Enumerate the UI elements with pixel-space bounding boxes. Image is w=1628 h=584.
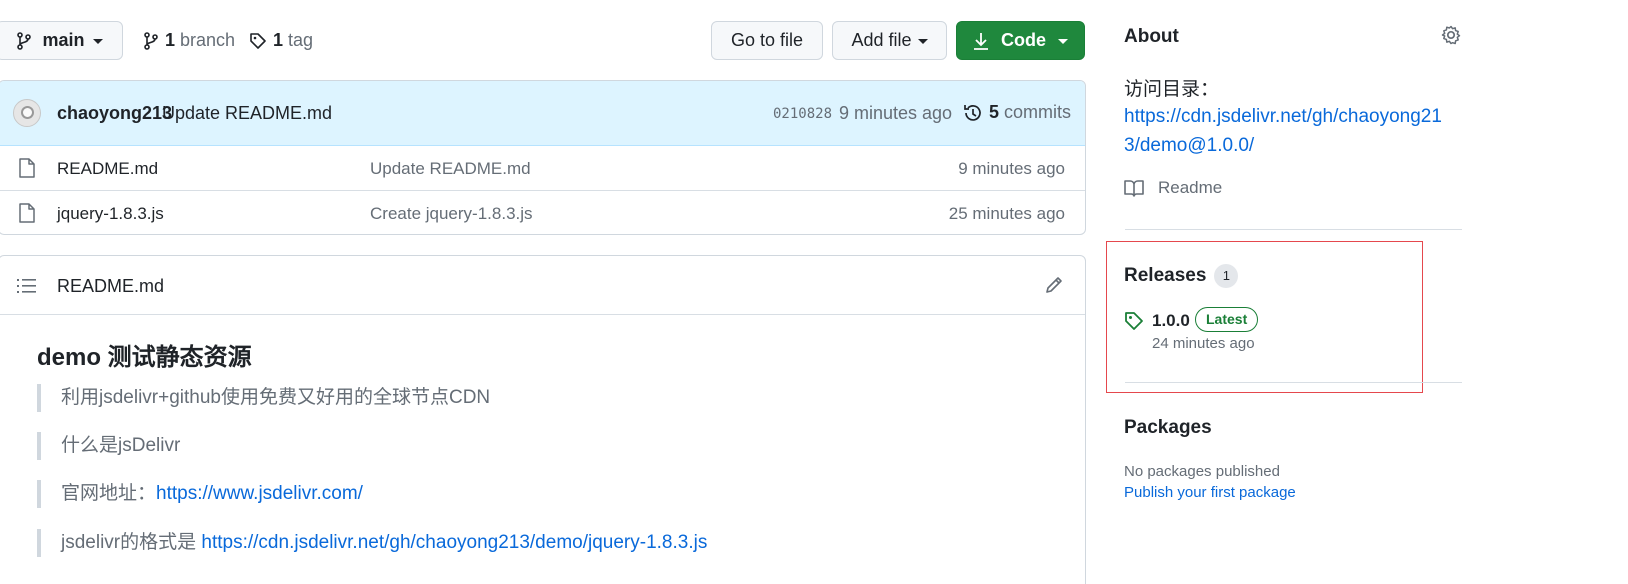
- blockquote: 利用jsdelivr+github使用免费又好用的全球节点CDN: [37, 384, 490, 412]
- sidebar-divider: [1125, 382, 1462, 383]
- about-link-line1: https://cdn.jsdelivr.net/gh/chaoyong21: [1124, 106, 1442, 127]
- branches-count: 1: [165, 30, 176, 50]
- branches-label: branch: [180, 30, 236, 50]
- about-homepage-link[interactable]: https://cdn.jsdelivr.net/gh/chaoyong21 3…: [1124, 102, 1442, 160]
- file-age: 25 minutes ago: [948, 204, 1065, 223]
- commit-message[interactable]: Update README.md: [162, 103, 332, 124]
- file-commit-message[interactable]: Update README.md: [370, 159, 531, 179]
- blockquote: jsdelivr的格式是 https://cdn.jsdelivr.net/gh…: [37, 529, 707, 557]
- quote-text: 利用jsdelivr+github使用免费又好用的全球节点CDN: [61, 387, 491, 408]
- go-to-file-label: Go to file: [730, 30, 804, 50]
- readme-link[interactable]: Readme: [1124, 178, 1222, 198]
- quote-text: jsdelivr的格式是: [61, 532, 202, 553]
- file-icon: [19, 203, 35, 223]
- readme-heading: demo 测试静态资源: [37, 344, 252, 371]
- chevron-down-icon: [1058, 39, 1068, 44]
- git-branch-icon: [17, 31, 32, 50]
- file-row[interactable]: jquery-1.8.3.js Create jquery-1.8.3.js 2…: [0, 190, 1085, 234]
- readme-header: README.md: [0, 256, 1085, 315]
- go-to-file-button[interactable]: Go to file: [711, 21, 823, 60]
- branch-select-button[interactable]: main: [0, 21, 123, 60]
- chevron-down-icon: [917, 39, 928, 44]
- latest-badge: Latest: [1195, 307, 1259, 332]
- commit-author[interactable]: chaoyong213: [57, 103, 172, 124]
- tags-count: 1: [273, 30, 284, 50]
- code-button[interactable]: Code: [956, 21, 1085, 60]
- tags-label: tag: [288, 30, 314, 50]
- no-packages-text: No packages published: [1124, 463, 1280, 480]
- file-icon: [19, 158, 35, 178]
- book-icon: [1124, 180, 1144, 197]
- about-label: 访问目录：: [1124, 79, 1220, 100]
- commits-link[interactable]: 5 commits: [963, 102, 1071, 123]
- about-link-line2: 3/demo@1.0.0/: [1124, 135, 1255, 156]
- about-heading: About: [1124, 26, 1179, 47]
- file-name[interactable]: jquery-1.8.3.js: [57, 204, 164, 224]
- blockquote: 什么是jsDelivr: [37, 432, 180, 460]
- release-version-link[interactable]: 1.0.0: [1152, 311, 1190, 331]
- jsdelivr-site-link[interactable]: https://www.jsdelivr.com/: [156, 483, 363, 504]
- branch-name: main: [42, 30, 85, 50]
- release-time: 24 minutes ago: [1152, 335, 1255, 352]
- file-row[interactable]: README.md Update README.md 9 minutes ago: [0, 146, 1085, 190]
- latest-commit-bar: chaoyong213 Update README.md 0210828 9 m…: [0, 81, 1085, 146]
- readme-link-label: Readme: [1158, 178, 1223, 197]
- code-label: Code: [1001, 30, 1046, 50]
- tags-link[interactable]: 1 tag: [249, 30, 313, 51]
- readme-filename: README.md: [57, 276, 165, 296]
- history-icon: [964, 104, 981, 121]
- releases-title: Releases: [1124, 265, 1207, 286]
- releases-heading[interactable]: Releases 1: [1124, 264, 1239, 288]
- commit-sha[interactable]: 0210828: [773, 106, 832, 122]
- cdn-format-link[interactable]: https://cdn.jsdelivr.net/gh/chaoyong213/…: [201, 532, 707, 553]
- branches-link[interactable]: 1 branch: [143, 30, 235, 51]
- download-icon: [974, 32, 988, 50]
- file-name[interactable]: README.md: [57, 159, 158, 179]
- file-age: 9 minutes ago: [958, 159, 1065, 178]
- gear-icon[interactable]: [1440, 24, 1462, 46]
- releases-count-badge: 1: [1214, 264, 1239, 288]
- list-icon[interactable]: [17, 278, 37, 294]
- git-branch-icon: [144, 31, 158, 50]
- tag-icon: [1125, 312, 1143, 330]
- quote-text: 什么是jsDelivr: [61, 435, 181, 456]
- quote-text: 官网地址：: [61, 483, 157, 504]
- readme-panel: README.md demo 测试静态资源 利用jsdelivr+github使…: [0, 255, 1086, 584]
- blockquote: 官网地址：https://www.jsdelivr.com/: [37, 480, 363, 508]
- add-file-button[interactable]: Add file: [832, 21, 947, 60]
- add-file-label: Add file: [851, 30, 912, 50]
- commits-label: commits: [1004, 102, 1072, 122]
- sidebar-divider: [1125, 229, 1462, 230]
- commits-count: 5: [989, 102, 1000, 122]
- publish-package-link[interactable]: Publish your first package: [1124, 484, 1296, 501]
- chevron-down-icon: [92, 39, 103, 44]
- file-commit-message[interactable]: Create jquery-1.8.3.js: [370, 204, 533, 224]
- avatar[interactable]: [13, 99, 41, 127]
- packages-heading[interactable]: Packages: [1124, 417, 1212, 439]
- file-browser: chaoyong213 Update README.md 0210828 9 m…: [0, 80, 1086, 235]
- commit-time: 9 minutes ago: [839, 103, 953, 123]
- pencil-icon[interactable]: [1045, 276, 1063, 294]
- tag-icon: [250, 32, 266, 49]
